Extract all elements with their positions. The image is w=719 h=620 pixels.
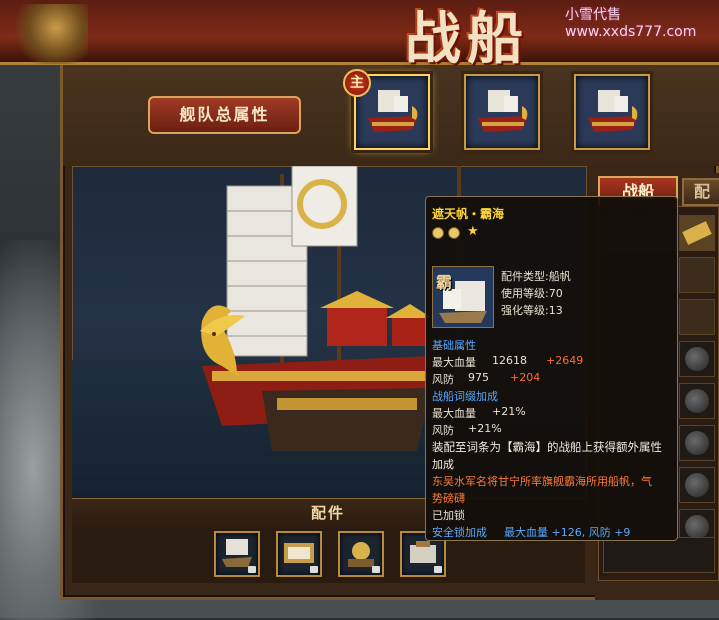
inventory-cell[interactable] — [679, 467, 715, 503]
warship-icon — [368, 90, 418, 132]
inventory-cell[interactable] — [679, 215, 715, 251]
max-hp-value: 12618 — [492, 354, 527, 367]
affix-title: 战船词缀加成 — [432, 390, 498, 403]
wind-def-bonus: +204 — [510, 371, 541, 384]
item-icon-glyph: 霸 — [436, 273, 453, 292]
set-bonus-text: 装配至词条为【霸海】的战船上获得额外属性 — [432, 440, 662, 454]
lore-text: 东吴水军名将甘宁所率旗舰霸海所用船帆，气 — [432, 475, 652, 488]
locked-slot-icon — [685, 431, 709, 455]
warship-icon — [588, 90, 638, 132]
affix-hp-value: +21% — [492, 405, 526, 418]
inventory-cell[interactable] — [679, 299, 715, 335]
affix-def-label: 风防 — [432, 424, 454, 437]
inventory-cell[interactable] — [679, 341, 715, 377]
max-hp-label: 最大血量 — [432, 356, 476, 369]
locked-slot-icon — [685, 515, 709, 539]
warship-icon — [478, 90, 528, 132]
locked-status: 已加锁 — [432, 509, 465, 522]
set-bonus-text-2: 加成 — [432, 458, 454, 471]
lock-bonus-value: 最大血量 +126, 风防 +9 — [504, 526, 631, 539]
watermark-text: 小雪代售www.xxds777.com — [565, 7, 697, 40]
inventory-cell[interactable] — [679, 257, 715, 293]
locked-slot-icon — [685, 347, 709, 371]
item-icon: 霸 — [432, 266, 494, 328]
inventory-cell[interactable] — [603, 537, 715, 573]
ship-slot-3[interactable] — [574, 74, 650, 150]
affix-hp-label: 最大血量 — [432, 407, 476, 420]
tab-parts[interactable]: 配 — [682, 178, 719, 206]
part-slot-1[interactable] — [214, 531, 260, 577]
affix-def-value: +21% — [468, 422, 502, 435]
base-attr-title: 基础属性 — [432, 339, 476, 352]
item-name: 遮天帆・霸海 — [432, 207, 505, 221]
inventory-cell[interactable] — [679, 425, 715, 461]
quality-face-icon — [448, 227, 460, 239]
parts-section-title: 配件 — [310, 504, 345, 522]
enhance-level: 强化等级:13 — [501, 304, 563, 317]
lore-text-2: 势磅礴 — [432, 492, 465, 505]
inventory-cell[interactable] — [679, 383, 715, 419]
wind-def-value: 975 — [468, 371, 489, 384]
part-slot-2[interactable] — [276, 531, 322, 577]
part-slot-3[interactable] — [338, 531, 384, 577]
locked-slot-icon — [685, 389, 709, 413]
star-icon: ★ — [467, 224, 479, 239]
main-ship-badge: 主 — [343, 69, 371, 97]
locked-slot-icon — [685, 473, 709, 497]
lock-icon — [434, 566, 442, 573]
lock-icon — [310, 566, 318, 573]
max-hp-bonus: +2649 — [546, 354, 584, 367]
wind-def-label: 风防 — [432, 373, 454, 386]
window-title: 战船 — [405, 6, 529, 72]
quality-face-icon — [432, 227, 444, 239]
fleet-attributes-button[interactable]: 舰队总属性 — [148, 96, 301, 134]
ship-slot-2[interactable] — [464, 74, 540, 150]
cannon-icon — [682, 221, 712, 245]
dragon-ornament-icon — [8, 4, 88, 64]
item-tooltip: 遮天帆・霸海 ★ 霸 配件类型:船帆 使用等级:70 强化等级:13 基础属性 … — [425, 196, 678, 541]
lock-icon — [372, 566, 380, 573]
lock-bonus-label: 安全锁加成 — [432, 526, 487, 539]
lock-icon — [248, 566, 256, 573]
use-level: 使用等级:70 — [501, 287, 563, 300]
part-type: 配件类型:船帆 — [501, 270, 571, 283]
